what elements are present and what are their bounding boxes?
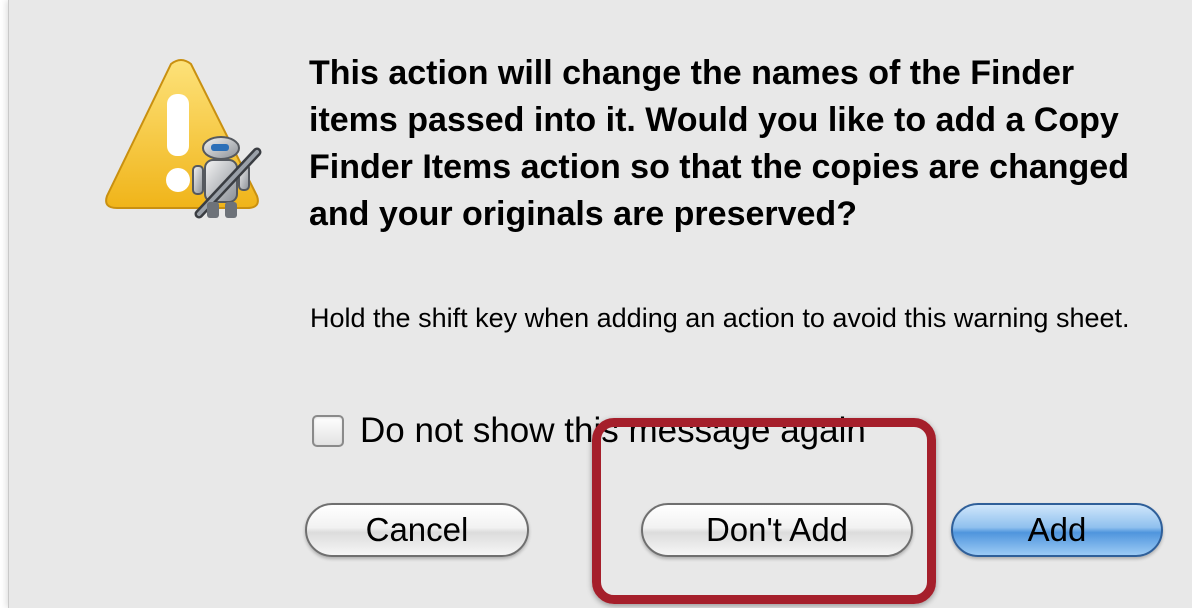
alert-informative-text: Hold the shift key when adding an action… (310, 303, 1130, 333)
checkbox-label[interactable]: Do not show this message again (360, 411, 866, 451)
alert-message-title: This action will change the names of the… (309, 54, 1129, 233)
do-not-show-again-checkbox[interactable]: Do not show this message again (312, 408, 866, 454)
alert-sheet: This action will change the names of the… (8, 0, 1192, 608)
cancel-button[interactable]: Cancel (305, 503, 529, 557)
automator-warning-icon (97, 56, 267, 226)
dont-add-button[interactable]: Don't Add (641, 503, 913, 557)
checkbox-box[interactable] (312, 415, 344, 447)
add-button[interactable]: Add (951, 503, 1163, 557)
